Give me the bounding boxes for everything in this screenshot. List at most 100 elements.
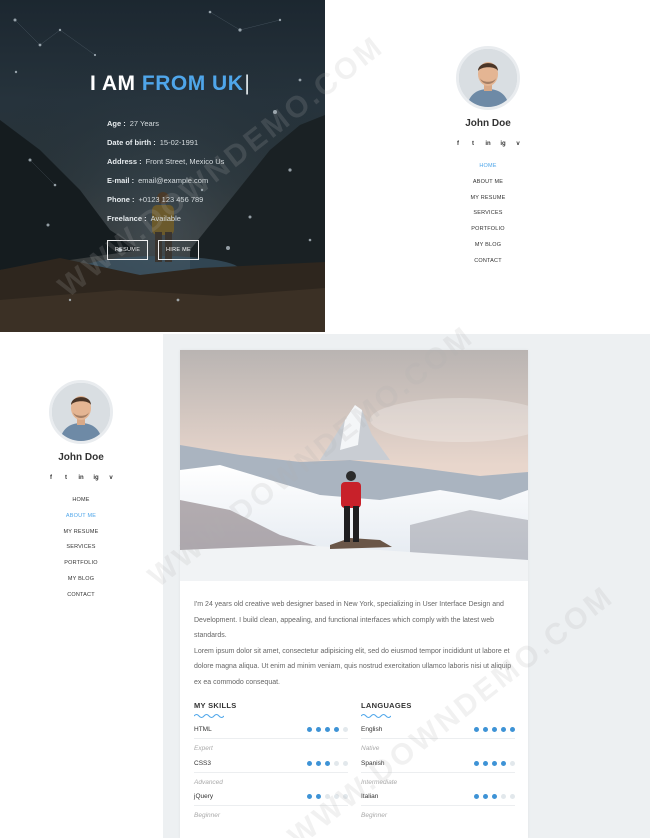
rating-dot <box>492 760 497 766</box>
info-value[interactable]: email@example.com <box>138 176 208 185</box>
menu-item-blog[interactable]: MY BLOG <box>438 238 538 254</box>
personal-info-list: Age :27 Years Date of birth :15-02-1991 … <box>107 114 224 228</box>
avatar <box>49 380 113 444</box>
language-rating <box>474 727 515 732</box>
info-label: Address : <box>107 157 142 166</box>
skill-rating <box>307 760 348 766</box>
info-label: Freelance : <box>107 214 147 223</box>
rating-dot <box>325 794 330 799</box>
avatar <box>456 46 520 110</box>
rating-dot <box>343 794 348 799</box>
rating-dot <box>510 794 515 799</box>
profile-name: John Doe <box>465 118 511 129</box>
language-level: Beginner <box>361 812 388 819</box>
rating-dot <box>307 760 312 766</box>
menu-item-resume[interactable]: MY RESUME <box>31 525 131 541</box>
language-name: Italian <box>361 793 379 800</box>
vimeo-icon[interactable]: v <box>108 475 114 481</box>
about-cover-photo <box>180 350 528 581</box>
menu-item-portfolio[interactable]: PORTFOLIO <box>438 222 538 238</box>
info-address: Address : Front Street, Mexico Us <box>107 152 224 171</box>
about-text: I'm 24 years old creative web designer b… <box>194 597 516 691</box>
skills-section: MY SKILLS HTML Expert CSS3 Advanced jQue… <box>194 701 348 819</box>
language-item: English Native <box>361 718 515 752</box>
hero-title-prefix: I AM <box>90 72 136 95</box>
linkedin-icon[interactable]: in <box>78 475 84 481</box>
menu-item-home[interactable]: HOME <box>438 159 538 175</box>
menu-item-resume[interactable]: MY RESUME <box>438 191 538 207</box>
hero-title-highlight: FROM UK <box>141 72 244 95</box>
rating-dot <box>492 794 497 799</box>
info-dob: Date of birth :15-02-1991 <box>107 133 224 152</box>
menu-item-blog[interactable]: MY BLOG <box>31 572 131 588</box>
instagram-icon[interactable]: ig <box>93 475 99 481</box>
menu-item-about[interactable]: ABOUT ME <box>438 175 538 191</box>
skill-item: jQuery Beginner <box>194 785 348 819</box>
skill-name: jQuery <box>194 793 214 800</box>
rating-dot <box>334 794 339 799</box>
rating-dot <box>316 727 321 732</box>
rating-dot <box>483 727 488 732</box>
rating-dot <box>501 727 506 732</box>
info-label: Age : <box>107 119 126 128</box>
facebook-icon[interactable]: f <box>48 475 54 481</box>
rating-dot <box>307 727 312 732</box>
social-links: f t in ig v <box>438 141 538 147</box>
about-paragraph-2: Lorem ipsum dolor sit amet, consectetur … <box>194 647 512 686</box>
rating-dot <box>492 727 497 732</box>
rating-dot <box>510 727 515 732</box>
rating-dot <box>334 727 339 732</box>
language-name: English <box>361 726 383 733</box>
sidebar-top: John Doe f t in ig v HOME ABOUT ME MY RE… <box>438 46 538 270</box>
rating-dot <box>483 794 488 799</box>
rating-dot <box>483 760 488 766</box>
language-name: Spanish <box>361 759 385 767</box>
skill-name: CSS3 <box>194 759 211 767</box>
main-menu: HOME ABOUT ME MY RESUME SERVICES PORTFOL… <box>438 159 538 270</box>
info-value: +0123 123 456 789 <box>138 195 204 204</box>
menu-item-portfolio[interactable]: PORTFOLIO <box>31 556 131 572</box>
typing-cursor: | <box>244 72 251 95</box>
menu-item-about[interactable]: ABOUT ME <box>31 509 131 525</box>
info-value: Front Street, Mexico Us <box>145 157 225 166</box>
instagram-icon[interactable]: ig <box>500 141 506 147</box>
hire-me-button[interactable]: HIRE ME <box>158 240 199 260</box>
twitter-icon[interactable]: t <box>470 141 476 147</box>
divider <box>361 771 515 773</box>
skill-item: CSS3 Advanced <box>194 752 348 786</box>
divider <box>194 771 348 773</box>
profile-name: John Doe <box>58 452 104 463</box>
resume-button[interactable]: RESUME <box>107 240 148 260</box>
linkedin-icon[interactable]: in <box>485 141 491 147</box>
rating-dot <box>334 760 339 766</box>
rating-dot <box>316 760 321 766</box>
rating-dot <box>501 760 506 766</box>
rating-dot <box>474 727 479 732</box>
twitter-icon[interactable]: t <box>63 475 69 481</box>
info-label: Date of birth : <box>107 138 156 147</box>
profile-photo <box>52 383 110 441</box>
menu-item-services[interactable]: SERVICES <box>31 540 131 556</box>
about-paragraph-1: I'm 24 years old creative web designer b… <box>194 601 504 640</box>
divider <box>361 805 515 806</box>
language-rating <box>474 760 515 766</box>
rating-dot <box>343 727 348 732</box>
skill-item: HTML Expert <box>194 718 348 752</box>
hero-title: I AM FROM UK| <box>90 72 250 96</box>
facebook-icon[interactable]: f <box>455 141 461 147</box>
about-card: I'm 24 years old creative web designer b… <box>180 350 528 838</box>
info-value: 27 Years <box>129 119 159 128</box>
info-phone: Phone : +0123 123 456 789 <box>107 190 224 209</box>
info-email: E-mail : email@example.com <box>107 171 224 190</box>
profile-photo <box>459 49 517 107</box>
menu-item-services[interactable]: SERVICES <box>438 206 538 222</box>
rating-dot <box>501 794 506 799</box>
vimeo-icon[interactable]: v <box>515 141 521 147</box>
rating-dot <box>343 760 348 766</box>
menu-item-home[interactable]: HOME <box>31 493 131 509</box>
skills-title: MY SKILLS <box>194 701 237 710</box>
menu-item-contact[interactable]: CONTACT <box>31 588 131 604</box>
sidebar-bottom: John Doe f t in ig v HOME ABOUT ME MY RE… <box>31 380 131 604</box>
menu-item-contact[interactable]: CONTACT <box>438 254 538 270</box>
skill-rating <box>307 727 348 732</box>
